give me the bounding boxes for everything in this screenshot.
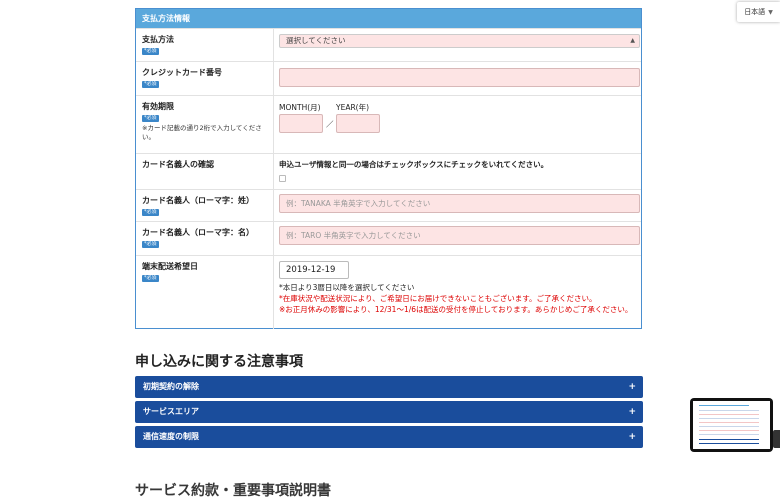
- plus-icon: +: [628, 407, 636, 417]
- accordion-label: サービスエリア: [143, 407, 199, 416]
- language-label: 日本語: [744, 8, 766, 16]
- expiry-note: ※カード記載の通り2桁で入力してください。: [142, 124, 262, 141]
- payment-method-select-value: 選択してください: [286, 36, 346, 45]
- select-arrows-icon: ▲: [630, 37, 635, 44]
- holder-confirm-text: 申込ユーザ情報と同一の場合はチェックボックスにチェックをいれてください。: [279, 160, 549, 169]
- holder-first-input[interactable]: 例：TARO 半角英字で入力してください: [279, 226, 640, 245]
- plus-icon: +: [628, 432, 636, 442]
- holder-first-placeholder: 例：TARO 半角英字で入力してください: [286, 231, 421, 240]
- holder-first-label: カード名義人（ローマ字：名）: [142, 228, 254, 237]
- delivery-date-input[interactable]: 2019-12-19: [279, 261, 349, 279]
- accordion-label: 通信速度の制限: [143, 432, 199, 441]
- holder-last-input[interactable]: 例：TANAKA 半角英字で入力してください: [279, 194, 640, 213]
- required-badge: *必須: [142, 48, 159, 55]
- row-delivery: 端末配送希望日 *必須 2019-12-19 *本日より3暦日以降を選択してくだ…: [136, 255, 641, 329]
- row-expiry: 有効期限 *必須 ※カード記載の通り2桁で入力してください。 MONTH(月) …: [136, 95, 641, 154]
- accordion-speed-limit[interactable]: 通信速度の制限 +: [135, 426, 643, 448]
- month-label: MONTH(月): [279, 103, 321, 112]
- expiry-label: 有効期限: [142, 102, 174, 111]
- holder-last-placeholder: 例：TANAKA 半角英字で入力してください: [286, 199, 431, 208]
- expiry-month-input[interactable]: [279, 114, 323, 133]
- expiry-separator: ／: [326, 120, 334, 129]
- row-payment-method: 支払方法 *必須 選択してください ▲: [136, 28, 641, 62]
- payment-info-panel: 支払方法情報 支払方法 *必須 選択してください ▲ クレジットカード番号 *必…: [135, 8, 642, 329]
- required-badge: *必須: [142, 81, 159, 88]
- accordion-service-area[interactable]: サービスエリア +: [135, 401, 643, 423]
- delivery-note-1: *本日より3暦日以降を選択してください: [279, 283, 415, 292]
- delivery-note-3: ※お正月休みの影響により、12/31〜1/6は配送の受付を停止しております。あら…: [279, 305, 633, 314]
- payment-method-label: 支払方法: [142, 35, 174, 44]
- payment-method-select[interactable]: 選択してください ▲: [279, 34, 640, 48]
- delivery-label: 端末配送希望日: [142, 262, 198, 271]
- accordion-label: 初期契約の解除: [143, 382, 199, 391]
- language-selector[interactable]: 日本語 ▼: [737, 2, 780, 22]
- holder-confirm-label: カード名義人の確認: [142, 160, 214, 169]
- row-holder-confirm: カード名義人の確認 申込ユーザ情報と同一の場合はチェックボックスにチェックをいれ…: [136, 153, 641, 190]
- year-label: YEAR(年): [336, 103, 370, 112]
- holder-last-label: カード名義人（ローマ字：姓）: [142, 196, 254, 205]
- panel-title: 支払方法情報: [136, 9, 641, 28]
- preview-toggle-handle[interactable]: [773, 430, 780, 448]
- required-badge: *必須: [142, 241, 159, 248]
- required-badge: *必須: [142, 275, 159, 282]
- delivery-note-2: *在庫状況や配送状況により、ご希望日にお届けできないこともございます。ご了承くだ…: [279, 294, 597, 303]
- card-number-input[interactable]: [279, 68, 640, 87]
- accordion-cancellation[interactable]: 初期契約の解除 +: [135, 376, 643, 398]
- required-badge: *必須: [142, 209, 159, 216]
- chevron-down-icon: ▼: [768, 9, 773, 16]
- row-holder-last: カード名義人（ローマ字：姓） *必須 例：TANAKA 半角英字で入力してくださ…: [136, 189, 641, 222]
- holder-confirm-checkbox[interactable]: [279, 175, 286, 182]
- preview-screen: [693, 401, 770, 449]
- expiry-year-input[interactable]: [336, 114, 380, 133]
- plus-icon: +: [628, 382, 636, 392]
- row-holder-first: カード名義人（ローマ字：名） *必須 例：TARO 半角英字で入力してください: [136, 221, 641, 256]
- notes-section-title: 申し込みに関する注意事項: [135, 354, 303, 370]
- terms-section-title: サービス約款・重要事項説明書: [135, 483, 331, 499]
- required-badge: *必須: [142, 115, 159, 122]
- card-number-label: クレジットカード番号: [142, 68, 222, 77]
- page-preview-thumbnail[interactable]: [690, 398, 773, 452]
- row-card-number: クレジットカード番号 *必須: [136, 61, 641, 96]
